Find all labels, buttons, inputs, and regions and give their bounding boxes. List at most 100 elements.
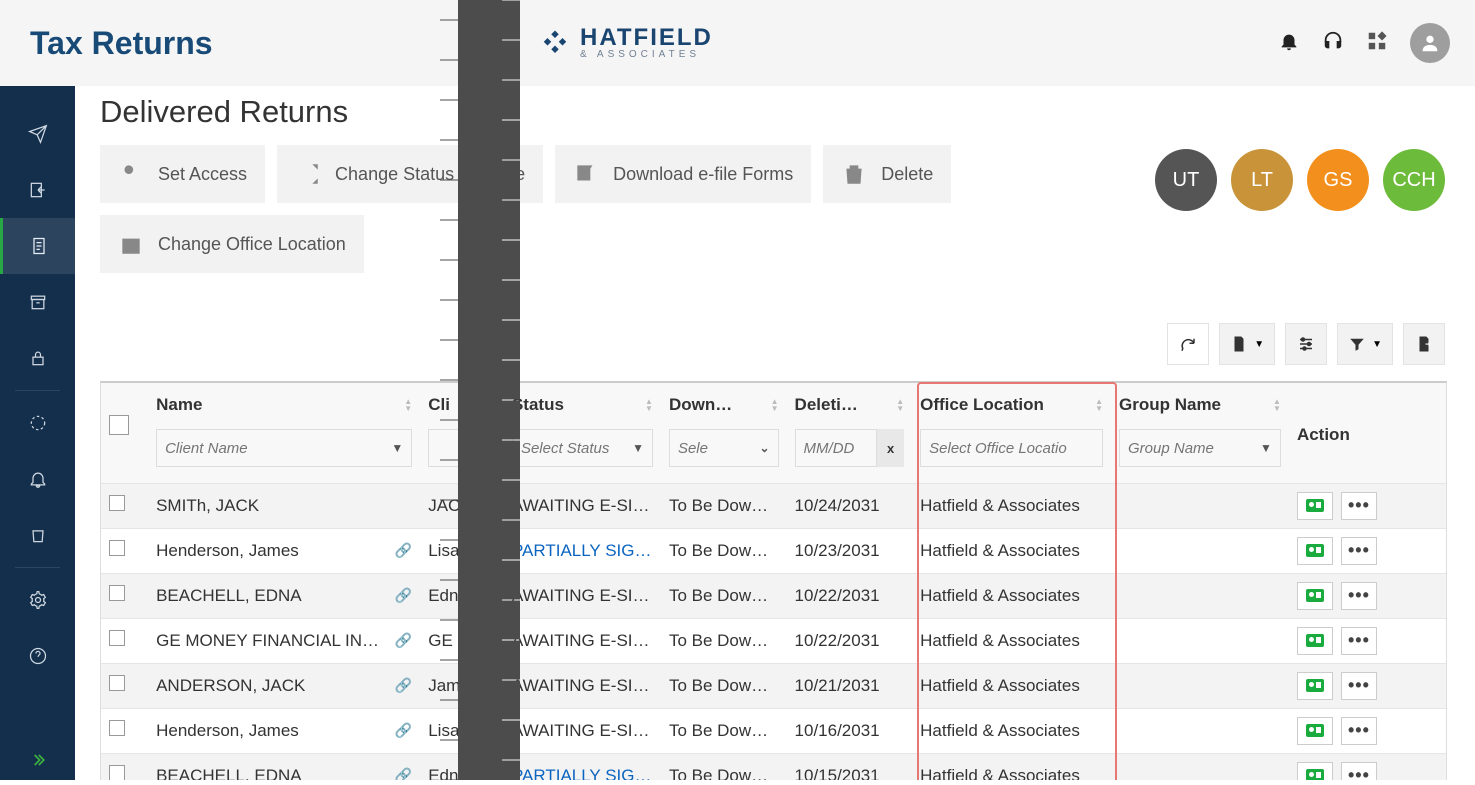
archive-button-partial[interactable]: ive (484, 145, 543, 203)
building-icon (118, 231, 144, 257)
link-icon[interactable]: 🔗 (395, 767, 412, 780)
cell-office: Hatfield & Associates (912, 708, 1111, 753)
select-all-checkbox[interactable] (109, 415, 129, 435)
change-status-button[interactable]: Change Status (277, 145, 472, 203)
table-row[interactable]: GE MONEY FINANCIAL IN…🔗GEAWAITING E-SI…T… (101, 618, 1446, 663)
cell-date: 10/15/2031 (787, 753, 913, 780)
id-card-icon (1306, 634, 1324, 647)
nav-returns[interactable] (0, 218, 75, 274)
filter-group[interactable]: ▼ (1119, 429, 1281, 467)
id-card-button[interactable] (1297, 717, 1333, 745)
col-client[interactable]: Cli (420, 383, 504, 483)
col-down[interactable]: Down…▲▼ ⌄ (661, 383, 787, 483)
col-office[interactable]: Office Location▲▼ (912, 383, 1111, 483)
more-button[interactable]: ••• (1341, 492, 1377, 520)
bell-icon[interactable] (1278, 30, 1300, 57)
delete-button[interactable]: Delete (823, 145, 951, 203)
export2-button[interactable] (1403, 323, 1445, 365)
more-button[interactable]: ••• (1341, 672, 1377, 700)
more-button[interactable]: ••• (1341, 627, 1377, 655)
nav-draft[interactable] (0, 395, 75, 451)
badge-cch[interactable]: CCH (1383, 149, 1445, 211)
filter-client[interactable] (428, 429, 496, 467)
table-row[interactable]: BEACHELL, EDNA🔗EdnPARTIALLY SIGN…To Be D… (101, 753, 1446, 780)
badge-ut[interactable]: UT (1155, 149, 1217, 211)
nav-archive[interactable] (0, 274, 75, 330)
cell-office: Hatfield & Associates (912, 528, 1111, 573)
topbar-right (1278, 23, 1450, 63)
cell-down: To Be Dow… (661, 708, 787, 753)
ellipsis-icon: ••• (1348, 630, 1370, 651)
col-delete[interactable]: Deleti…▲▼ x (787, 383, 913, 483)
link-icon[interactable]: 🔗 (395, 722, 412, 739)
table-row[interactable]: ANDERSON, JACK🔗JamAWAITING E-SI…To Be Do… (101, 663, 1446, 708)
filter-date[interactable]: x (795, 429, 905, 467)
col-status[interactable]: Status▲▼ ▼ (504, 383, 661, 483)
link-icon[interactable]: 🔗 (395, 587, 412, 604)
id-card-button[interactable] (1297, 492, 1333, 520)
more-button[interactable]: ••• (1341, 582, 1377, 610)
badge-gs[interactable]: GS (1307, 149, 1369, 211)
cell-date: 10/24/2031 (787, 483, 913, 528)
row-checkbox[interactable] (109, 540, 125, 556)
table-row[interactable]: Henderson, James🔗LisaPARTIALLY SIGN…To B… (101, 528, 1446, 573)
cell-client: Lisa (420, 708, 504, 753)
more-button[interactable]: ••• (1341, 537, 1377, 565)
nav-alert[interactable] (0, 451, 75, 507)
nav-settings[interactable] (0, 572, 75, 628)
id-card-button[interactable] (1297, 762, 1333, 781)
ellipsis-icon: ••• (1348, 765, 1370, 780)
user-avatar[interactable] (1410, 23, 1450, 63)
cell-group (1111, 528, 1289, 573)
row-checkbox[interactable] (109, 585, 125, 601)
clear-date[interactable]: x (876, 429, 904, 467)
nav-lock[interactable] (0, 330, 75, 386)
apps-icon[interactable] (1366, 30, 1388, 57)
id-card-button[interactable] (1297, 582, 1333, 610)
cell-action: ••• (1289, 483, 1446, 528)
download-forms-button[interactable]: Download e-file Forms (555, 145, 811, 203)
refresh-button[interactable] (1167, 323, 1209, 365)
filter-down[interactable]: ⌄ (669, 429, 779, 467)
col-group[interactable]: Group Name▲▼ ▼ (1111, 383, 1289, 483)
row-checkbox[interactable] (109, 675, 125, 691)
filter-status[interactable]: ▼ (512, 429, 653, 467)
set-access-button[interactable]: Set Access (100, 145, 265, 203)
filter-button[interactable]: ▼ (1337, 323, 1393, 365)
badge-lt[interactable]: LT (1231, 149, 1293, 211)
nav-send[interactable] (0, 106, 75, 162)
id-card-button[interactable] (1297, 672, 1333, 700)
link-icon[interactable]: 🔗 (395, 542, 412, 559)
col-name[interactable]: Name▲▼ ▼ (148, 383, 420, 483)
cell-group (1111, 663, 1289, 708)
toolbar-row: Set Access Change Status ive Download e-… (100, 145, 1475, 273)
headset-icon[interactable] (1322, 30, 1344, 57)
filter-office[interactable] (920, 429, 1103, 467)
id-card-icon (1306, 679, 1324, 692)
more-button[interactable]: ••• (1341, 762, 1377, 781)
row-checkbox[interactable] (109, 765, 125, 780)
columns-button[interactable] (1285, 323, 1327, 365)
more-button[interactable]: ••• (1341, 717, 1377, 745)
nav-import[interactable] (0, 162, 75, 218)
table-row[interactable]: BEACHELL, EDNA🔗EdnaAWAITING E-SI…To Be D… (101, 573, 1446, 618)
export-button[interactable]: ▼ (1219, 323, 1275, 365)
brand-icon (540, 28, 570, 58)
nav-trash[interactable] (0, 507, 75, 563)
link-icon[interactable]: 🔗 (395, 632, 412, 649)
shuffle-icon (295, 161, 321, 187)
row-checkbox[interactable] (109, 630, 125, 646)
row-checkbox[interactable] (109, 720, 125, 736)
row-checkbox[interactable] (109, 495, 125, 511)
table-row[interactable]: SMITh, JACKJACKAWAITING E-SI…To Be Dow…1… (101, 483, 1446, 528)
nav-help[interactable] (0, 628, 75, 684)
change-office-button[interactable]: Change Office Location (100, 215, 364, 273)
id-card-button[interactable] (1297, 537, 1333, 565)
table-row[interactable]: Henderson, James🔗LisaAWAITING E-SI…To Be… (101, 708, 1446, 753)
filter-name[interactable]: ▼ (156, 429, 412, 467)
id-card-icon (1306, 724, 1324, 737)
id-card-button[interactable] (1297, 627, 1333, 655)
link-icon[interactable]: 🔗 (395, 677, 412, 694)
nav-expand[interactable] (0, 740, 75, 780)
action-buttons: Set Access Change Status ive Download e-… (100, 145, 1000, 273)
